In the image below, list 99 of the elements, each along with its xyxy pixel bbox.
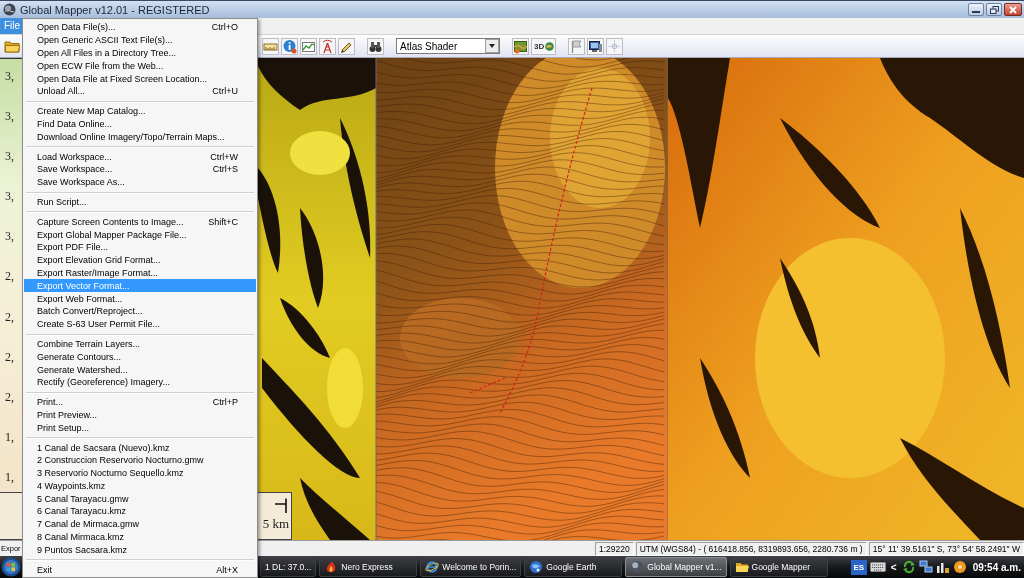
restore-button[interactable] [986, 3, 1002, 16]
projected-coordinates-readout: UTM (WGS84) - ( 616418.856, 8319893.656, 2280.736 m ) [635, 541, 867, 556]
keyboard-icon[interactable] [869, 561, 886, 573]
menu-item[interactable]: Export Raster/Image Format... [24, 266, 256, 280]
legend-label: 2, [5, 309, 14, 324]
menu-item[interactable]: Open Generic ASCII Text File(s)... [24, 33, 256, 47]
menu-item[interactable]: Print... Ctrl+P [24, 395, 256, 409]
taskbar-button[interactable]: Nero Express [319, 557, 418, 577]
menu-item[interactable]: 2 Construccion Reservorio Nocturno.gmw [24, 453, 256, 467]
menu-item[interactable]: 5 Canal Tarayacu.gmw [24, 492, 256, 506]
minimize-button[interactable] [968, 3, 984, 16]
taskbar-button[interactable]: Google Earth [524, 557, 623, 577]
menu-item[interactable]: Save Workspace As... [24, 175, 256, 189]
menu-item[interactable]: Print Setup... [24, 421, 256, 435]
scale-readout: 1:29220 [594, 541, 634, 556]
menu-item[interactable]: Export Elevation Grid Format... [24, 253, 256, 267]
taskbar-button[interactable]: Google Mapper [729, 557, 828, 577]
menu-item[interactable]: 6 Canal Tarayacu.kmz [24, 505, 256, 518]
menu-item[interactable]: Unload All... Ctrl+U [24, 85, 256, 98]
taskbar-button[interactable]: Welcome to Porin... [420, 557, 522, 577]
start-orb-icon[interactable] [1, 557, 21, 577]
menu-item[interactable]: Export PDF File... [24, 240, 256, 254]
keyboard-shortcut: Shift+C [208, 216, 238, 227]
globe-icon [630, 560, 645, 574]
legend-label: 2, [5, 269, 14, 284]
menu-item[interactable]: Create S-63 User Permit File... [24, 317, 256, 331]
legend-label: 1, [5, 469, 14, 484]
menu-item[interactable]: Generate Contours... [24, 350, 256, 364]
menu-item[interactable]: Rectify (Georeference) Imagery... [24, 375, 256, 389]
keyboard-shortcut: Ctrl+P [212, 397, 238, 408]
show-hidden-icons-button[interactable]: < [888, 561, 899, 573]
keyboard-shortcut: Alt+X [216, 564, 238, 575]
view-3d-button[interactable]: 3D [531, 37, 557, 55]
globe-icon [3, 3, 16, 16]
geographic-coordinates-readout: 15° 11' 39.5161" S, 73° 54' 58.2491" W [868, 541, 1024, 556]
legend-label: 3, [5, 189, 14, 204]
language-indicator[interactable]: ES [850, 559, 867, 575]
legend-label: 3, [5, 229, 14, 244]
orbit-icon [425, 560, 440, 574]
info-icon[interactable] [281, 37, 298, 55]
restore-icon [989, 5, 999, 14]
keyboard-shortcut: Ctrl+O [211, 22, 238, 33]
menu-item[interactable]: Batch Convert/Reproject... [24, 304, 256, 318]
refresh-icon[interactable] [901, 560, 916, 574]
legend-label: 3, [5, 109, 14, 124]
clock: 09:54 a.m. [972, 561, 1021, 573]
legend-label: 1, [5, 429, 14, 444]
legend-label: 2, [5, 389, 14, 404]
menu-item[interactable]: Open ECW File from the Web... [24, 59, 256, 73]
keyboard-shortcut: Ctrl+U [212, 86, 238, 97]
close-button[interactable] [1004, 3, 1022, 16]
menu-item[interactable]: 1 Canal de Sacsara (Nuevo).kmz [24, 441, 256, 454]
taskbar-button[interactable]: Global Mapper v1... [625, 557, 727, 577]
tower-icon[interactable] [319, 37, 336, 55]
scale-label: 5 km [262, 517, 289, 531]
menu-item[interactable]: Print Preview... [24, 408, 256, 422]
menu-item[interactable]: Export Web Format... [24, 292, 256, 305]
globe-icon [545, 41, 555, 51]
menu-item[interactable]: Open Data File at Fixed Screen Location... [24, 72, 256, 85]
menu-item[interactable]: 3 Reservorio Nocturno Sequello.kmz [24, 466, 256, 480]
ruler-icon[interactable] [262, 37, 279, 55]
map-icon[interactable] [512, 37, 529, 55]
folder-icon [734, 560, 749, 574]
menu-item[interactable]: 7 Canal de Mirmaca.gmw [24, 517, 256, 531]
binoculars-icon[interactable] [367, 37, 384, 55]
menu-item[interactable]: Load Workspace... Ctrl+W [24, 150, 256, 163]
disc-icon[interactable] [952, 560, 967, 574]
pencil-icon[interactable] [338, 37, 355, 55]
menu-item[interactable]: 4 Waypoints.kmz [24, 479, 256, 493]
window-title: Global Mapper v12.01 - REGISTERED [20, 3, 210, 16]
taskbar-button[interactable]: 1 DL: 37.0... [260, 557, 317, 577]
scale-bar-icon [275, 498, 289, 514]
bar-chart-icon[interactable] [935, 560, 950, 574]
menu-item[interactable]: 9 Puntos Sacsara.kmz [24, 543, 256, 557]
menu-item[interactable]: Save Workspace... Ctrl+S [24, 162, 256, 176]
legend-label: 3, [5, 69, 14, 83]
menu-item[interactable]: Find Data Online... [24, 117, 256, 131]
legend-label: 3, [5, 149, 14, 164]
monitor-icon[interactable] [587, 37, 605, 55]
menu-item[interactable]: Open All Files in a Directory Tree... [24, 46, 256, 60]
legend-label: 2, [5, 349, 14, 364]
keyboard-shortcut: Ctrl+S [212, 164, 238, 175]
menu-item[interactable]: Generate Watershed... [24, 363, 256, 376]
menu-item[interactable]: Run Script... [24, 195, 256, 209]
folder-icon[interactable] [4, 38, 20, 54]
close-icon [1009, 5, 1017, 14]
menu-item[interactable]: Export Global Mapper Package File... [24, 228, 256, 241]
globe-icon [529, 560, 544, 574]
network-icon[interactable] [918, 560, 933, 574]
shader-dropdown[interactable]: Atlas Shader [396, 38, 500, 54]
menu-item[interactable]: Create New Map Catalog... [24, 104, 256, 118]
menu-item[interactable]: Capture Screen Contents to Image... Shift+C [24, 215, 256, 229]
menu-item[interactable]: Open Data File(s)... Ctrl+O [24, 21, 256, 34]
menu-item[interactable]: Combine Terrain Layers... [24, 337, 256, 351]
line-graph-icon[interactable] [300, 37, 317, 55]
menu-item[interactable]: 8 Canal Mirmaca.kmz [24, 530, 256, 544]
menu-item[interactable]: Download Online Imagery/Topo/Terrain Maps... [24, 130, 256, 144]
menu-item[interactable]: Exit Alt+X [24, 563, 256, 577]
keyboard-shortcut: Ctrl+W [210, 151, 238, 162]
